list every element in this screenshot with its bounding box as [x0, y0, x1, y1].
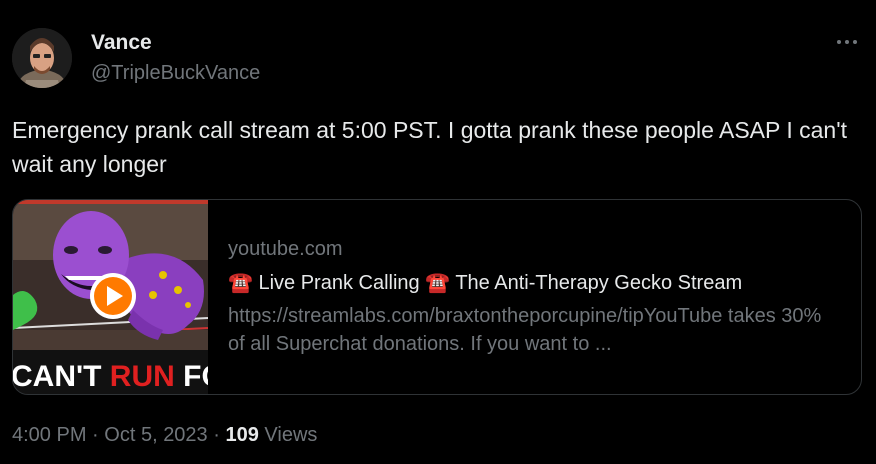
- more-horizontal-icon: [853, 40, 857, 44]
- user-handle[interactable]: @TripleBuckVance: [91, 60, 260, 86]
- tweet-time[interactable]: 4:00 PM: [12, 424, 86, 446]
- separator: ·: [92, 424, 99, 446]
- display-name[interactable]: Vance: [91, 30, 152, 56]
- card-description: https://streamlabs.com/braxtontheporcupi…: [228, 305, 822, 355]
- card-title-part1: Live Prank Calling: [252, 272, 426, 294]
- card-title: ☎️ Live Prank Calling ☎️ The Anti-Therap…: [228, 270, 848, 296]
- avatar[interactable]: [12, 28, 72, 88]
- card-domain: youtube.com: [228, 238, 343, 260]
- tweet-text: Emergency prank call stream at 5:00 PST.…: [12, 117, 847, 177]
- card-meta: youtube.com ☎️ Live Prank Calling ☎️ The…: [228, 236, 848, 358]
- telephone-icon: ☎️: [425, 272, 451, 294]
- thumbnail-image: CAN'T RUN FOR: [13, 200, 208, 394]
- more-horizontal-icon: [837, 40, 841, 44]
- tweet-footer: 4:00 PM · Oct 5, 2023 · 109 Views: [12, 422, 317, 448]
- separator: ·: [213, 424, 220, 446]
- video-thumbnail[interactable]: CAN'T RUN FOR: [13, 200, 208, 394]
- telephone-icon: ☎️: [228, 272, 253, 294]
- tweet-date[interactable]: Oct 5, 2023: [104, 424, 207, 446]
- more-horizontal-icon: [845, 40, 849, 44]
- avatar-image: [12, 28, 72, 88]
- tweet: Vance @TripleBuckVance Emergency prank c…: [0, 0, 876, 464]
- views-count: 109: [225, 424, 259, 446]
- thumbnail-caption: CAN'T RUN FOR: [13, 360, 208, 393]
- views-label: Views: [264, 424, 318, 446]
- more-options-button[interactable]: [830, 30, 864, 54]
- card-title-part2: The Anti-Therapy Gecko Stream: [450, 272, 743, 294]
- link-card[interactable]: CAN'T RUN FOR youtube.com ☎️ Live Prank …: [12, 199, 862, 395]
